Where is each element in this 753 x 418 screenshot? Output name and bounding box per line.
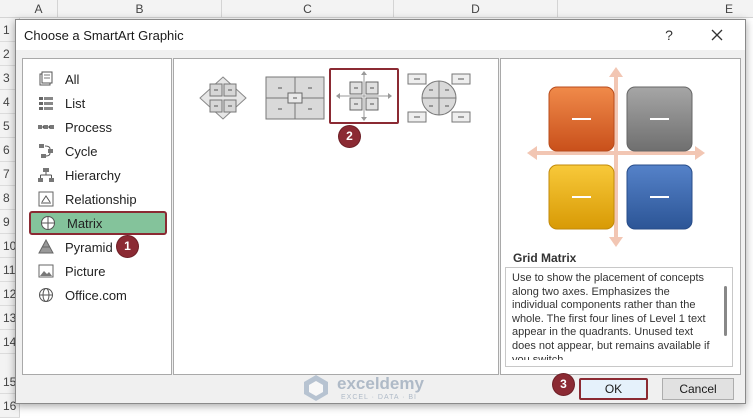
relationship-icon — [37, 190, 55, 208]
column-header-c[interactable]: C — [222, 0, 394, 18]
category-label: Picture — [65, 263, 106, 279]
category-item-pyramid[interactable]: Pyramid — [29, 235, 167, 259]
category-item-list[interactable]: List — [29, 91, 167, 115]
all-icon — [37, 70, 55, 88]
category-item-relationship[interactable]: Relationship — [29, 187, 167, 211]
category-item-cycle[interactable]: Cycle — [29, 139, 167, 163]
column-header-b[interactable]: B — [58, 0, 222, 18]
layout-grid-matrix[interactable] — [329, 68, 399, 124]
picture-icon — [37, 262, 55, 280]
category-item-picture[interactable]: Picture — [29, 259, 167, 283]
step-badge-1: 1 — [117, 236, 138, 257]
exceldemy-watermark: exceldemy EXCEL · DATA · BI — [301, 371, 451, 411]
hierarchy-icon — [37, 166, 55, 184]
category-label: Process — [65, 119, 112, 135]
category-label: Relationship — [65, 191, 137, 207]
watermark-name: exceldemy — [337, 374, 424, 393]
grid-matrix-thumbnail — [336, 71, 392, 121]
column-header-a[interactable]: A — [20, 0, 58, 18]
layout-cycle-matrix[interactable] — [406, 70, 472, 126]
category-list: All List Process Cycle Hierarchy Relatio… — [22, 58, 172, 375]
description-box: Use to show the placement of concepts al… — [505, 267, 733, 367]
process-icon — [37, 118, 55, 136]
cycle-matrix-thumbnail — [407, 73, 471, 123]
layout-titled-matrix[interactable] — [262, 70, 328, 126]
matrix-icon — [39, 214, 57, 232]
grid-matrix-preview — [527, 67, 705, 247]
step-badge-2: 2 — [339, 126, 360, 147]
exceldemy-logo-icon — [304, 375, 328, 401]
pyramid-icon — [37, 238, 55, 256]
step-badge-3: 3 — [553, 374, 574, 395]
category-item-process[interactable]: Process — [29, 115, 167, 139]
column-header-d[interactable]: D — [394, 0, 558, 18]
globe-icon — [37, 286, 55, 304]
preview-panel: Grid Matrix Use to show the placement of… — [500, 58, 741, 375]
column-header-e[interactable]: E — [558, 0, 753, 18]
titled-matrix-thumbnail — [265, 76, 325, 120]
cancel-button[interactable]: Cancel — [662, 378, 734, 400]
layout-description: Use to show the placement of concepts al… — [512, 272, 710, 360]
preview-title: Grid Matrix — [513, 251, 577, 265]
category-label: List — [65, 95, 86, 111]
close-icon — [711, 29, 723, 41]
category-item-office-com[interactable]: Office.com — [29, 283, 167, 307]
category-label: Cycle — [65, 143, 98, 159]
smartart-dialog: Choose a SmartArt Graphic ? All List Pro… — [15, 19, 746, 404]
category-item-matrix[interactable]: Matrix — [29, 211, 167, 235]
layout-basic-matrix[interactable] — [190, 70, 256, 126]
cycle-icon — [37, 142, 55, 160]
close-button[interactable] — [702, 23, 732, 47]
description-scroll-thumb[interactable] — [724, 286, 727, 336]
help-button[interactable]: ? — [658, 25, 680, 45]
category-item-all[interactable]: All — [29, 67, 167, 91]
category-item-hierarchy[interactable]: Hierarchy — [29, 163, 167, 187]
list-icon — [37, 94, 55, 112]
category-label: All — [65, 71, 80, 87]
dialog-titlebar[interactable]: Choose a SmartArt Graphic ? — [16, 20, 745, 50]
dialog-title: Choose a SmartArt Graphic — [24, 28, 184, 43]
column-headers: A B C D E — [0, 0, 753, 18]
category-label: Hierarchy — [65, 167, 121, 183]
category-label: Pyramid — [65, 239, 113, 255]
watermark-tagline: EXCEL · DATA · BI — [341, 394, 417, 401]
category-label: Office.com — [65, 287, 127, 303]
ok-button[interactable]: OK — [579, 378, 648, 400]
layout-gallery — [173, 58, 499, 375]
category-label: Matrix — [67, 215, 103, 231]
basic-matrix-thumbnail — [199, 76, 247, 120]
